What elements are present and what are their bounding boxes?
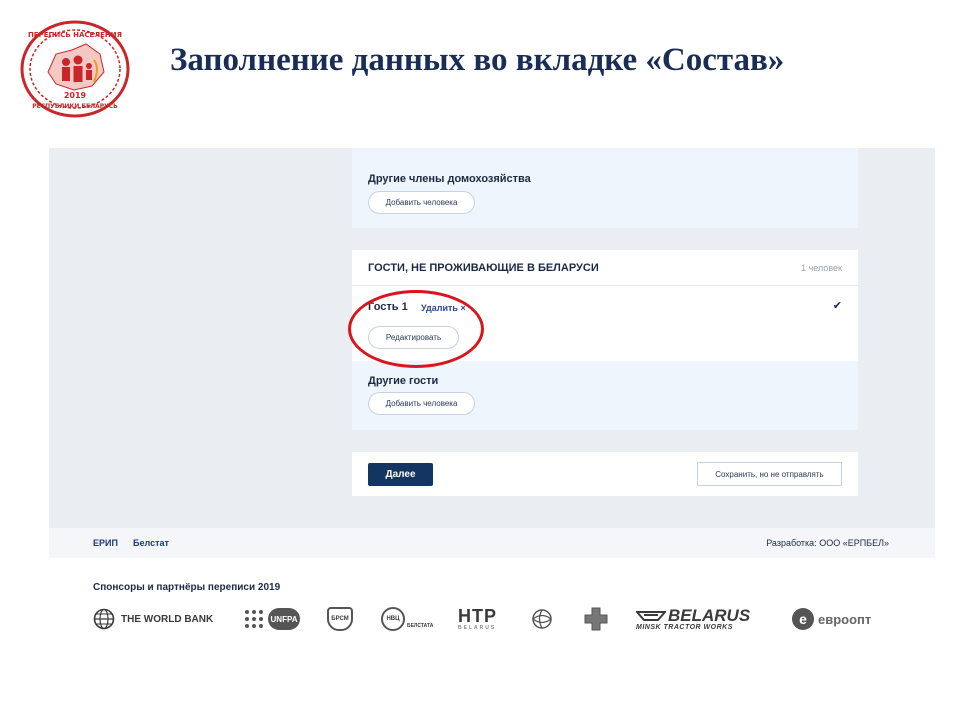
sponsor-unfpa-label: UNFPA (268, 608, 300, 630)
form-screenshot: Другие члены домохозяйства Добавить чело… (49, 148, 935, 528)
sponsor-evroopt-label: евроопт (818, 611, 872, 627)
sponsor-world-bank: THE WORLD BANK (93, 604, 213, 634)
sponsor-nvc-sub: БЕЛСТАТА (407, 623, 434, 629)
slide-title: Заполнение данных во вкладке «Состав» (170, 42, 785, 78)
globe-icon (93, 608, 115, 630)
sponsor-htp-label: HTP (458, 606, 497, 626)
wireframe-globe-icon (532, 609, 552, 629)
sponsor-globe-logo (531, 604, 553, 634)
sponsor-brsm-label: БРСМ (327, 607, 353, 631)
sponsor-nvc: НВЦ БЕЛСТАТА (381, 604, 433, 634)
sponsor-unfpa: UNFPA (243, 604, 300, 634)
next-button[interactable]: Далее (368, 463, 433, 486)
household-members-card: Другие члены домохозяйства Добавить чело… (352, 148, 858, 228)
save-draft-button[interactable]: Сохранить, но не отправлять (697, 462, 842, 486)
sponsor-nvc-label: НВЦ (381, 607, 405, 631)
developer-credit: Разработка: ООО «ЕРПБЕЛ» (766, 538, 889, 548)
guests-title: ГОСТИ, НЕ ПРОЖИВАЮЩИЕ В БЕЛАРУСИ (368, 262, 599, 274)
un-dots-icon (245, 610, 263, 628)
sponsor-world-bank-label: THE WORLD BANK (121, 613, 214, 625)
evroopt-e-icon: e (792, 608, 814, 630)
mtz-emblem-icon (636, 610, 666, 621)
sponsor-belarus-sub: MINSK TRACTOR WORKS (636, 624, 733, 631)
footer-link-erip[interactable]: ЕРИП (93, 538, 118, 548)
svg-text:РЕСПУБЛИКИ БЕЛАРУСЬ: РЕСПУБЛИКИ БЕЛАРУСЬ (32, 103, 118, 110)
svg-text:ПЕРЕПИСЬ НАСЕЛЕНИЯ: ПЕРЕПИСЬ НАСЕЛЕНИЯ (28, 31, 122, 39)
check-icon: ✔ (832, 300, 842, 312)
sponsor-htp: HTP BELARUS (458, 604, 497, 634)
sponsor-htp-sub: BELARUS (458, 625, 497, 631)
footer-link-belstat[interactable]: Белстат (133, 538, 169, 548)
other-guests-section: Другие гости Добавить человека (352, 361, 858, 430)
sponsor-evroopt: e евроопт (792, 604, 871, 634)
actions-card: Далее Сохранить, но не отправлять (352, 452, 858, 496)
highlight-ellipse (348, 290, 484, 368)
guests-header: ГОСТИ, НЕ ПРОЖИВАЮЩИЕ В БЕЛАРУСИ 1 челов… (352, 250, 858, 286)
add-guest-button[interactable]: Добавить человека (368, 392, 475, 415)
sponsors-title: Спонсоры и партнёры переписи 2019 (93, 582, 281, 593)
sponsor-cross-logo (583, 604, 609, 634)
census-logo: ПЕРЕПИСЬ НАСЕЛЕНИЯ 2019 РЕСПУБЛИКИ БЕЛАР… (20, 20, 130, 118)
sponsor-brsm: БРСМ (327, 604, 353, 634)
svg-text:2019: 2019 (64, 91, 87, 100)
sponsor-belarus-mtz: BELARUS MINSK TRACTOR WORKS (636, 604, 750, 634)
guests-count: 1 человек (801, 263, 842, 273)
add-member-button[interactable]: Добавить человека (368, 191, 475, 214)
other-members-label: Другие члены домохозяйства (368, 173, 531, 185)
other-guests-label: Другие гости (368, 375, 439, 387)
plus-icon (584, 607, 608, 631)
site-footer: ЕРИП Белстат Разработка: ООО «ЕРПБЕЛ» (49, 528, 935, 558)
sponsor-belarus-label: BELARUS (668, 606, 751, 625)
